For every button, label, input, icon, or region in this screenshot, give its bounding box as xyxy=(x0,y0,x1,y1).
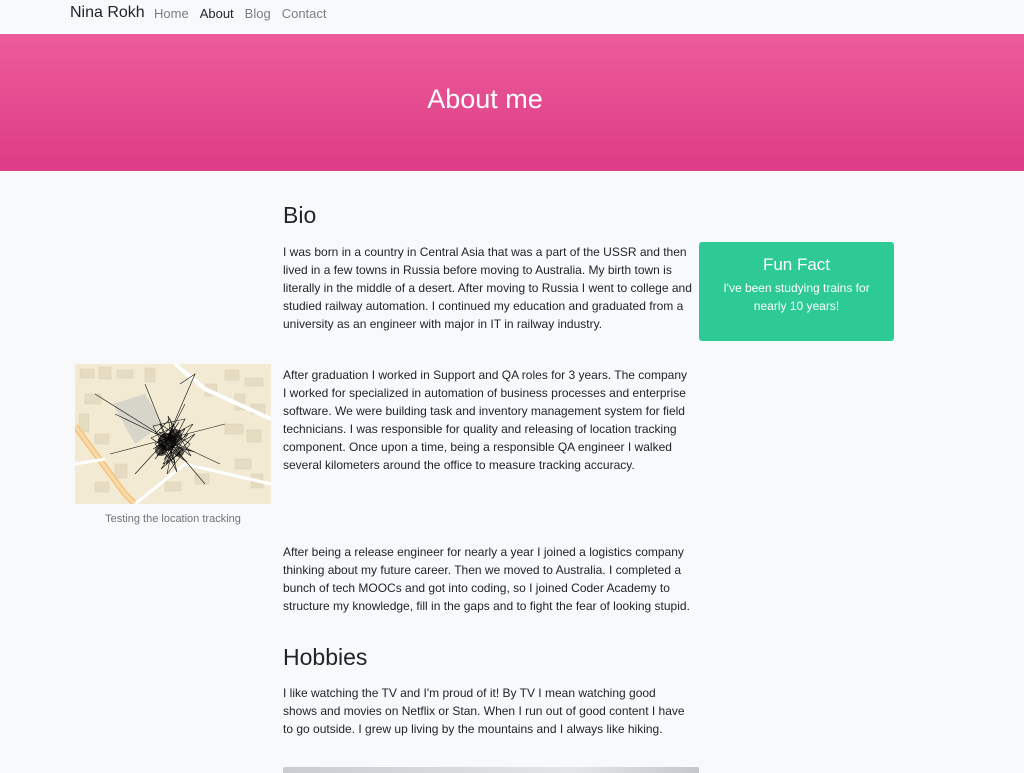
nav-links: Home About Blog Contact xyxy=(154,6,338,21)
nav-link-home[interactable]: Home xyxy=(154,6,189,21)
figure-caption: Testing the location tracking xyxy=(105,513,241,525)
bio-paragraph-3: After being a release engineer for nearl… xyxy=(283,545,690,613)
nav-link-contact[interactable]: Contact xyxy=(282,6,327,21)
bio-paragraph-1: I was born in a country in Central Asia … xyxy=(283,245,692,331)
hobbies-heading: Hobbies xyxy=(283,644,368,670)
bio-paragraph-2: After graduation I worked in Support and… xyxy=(283,368,687,472)
fun-fact-title: Fun Fact xyxy=(762,255,831,274)
page-title: About me xyxy=(427,84,543,114)
bio-heading: Bio xyxy=(283,202,317,228)
brand-link[interactable]: Nina Rokh xyxy=(70,4,145,22)
top-navbar: Nina Rokh Home About Blog Contact xyxy=(0,0,1024,34)
hobbies-image xyxy=(283,767,699,773)
nav-link-blog[interactable]: Blog xyxy=(245,6,271,21)
hobbies-paragraph: I like watching the TV and I'm proud of … xyxy=(283,686,685,736)
location-tracking-map-image xyxy=(75,364,271,504)
fun-fact-card: Fun Fact I've been studying trains for n… xyxy=(699,242,894,341)
hero-banner: About me xyxy=(0,34,1024,171)
nav-link-about[interactable]: About xyxy=(200,6,234,21)
location-tracking-figure: Testing the location tracking xyxy=(75,364,271,525)
fun-fact-text: I've been studying trains for nearly 10 … xyxy=(723,281,870,313)
